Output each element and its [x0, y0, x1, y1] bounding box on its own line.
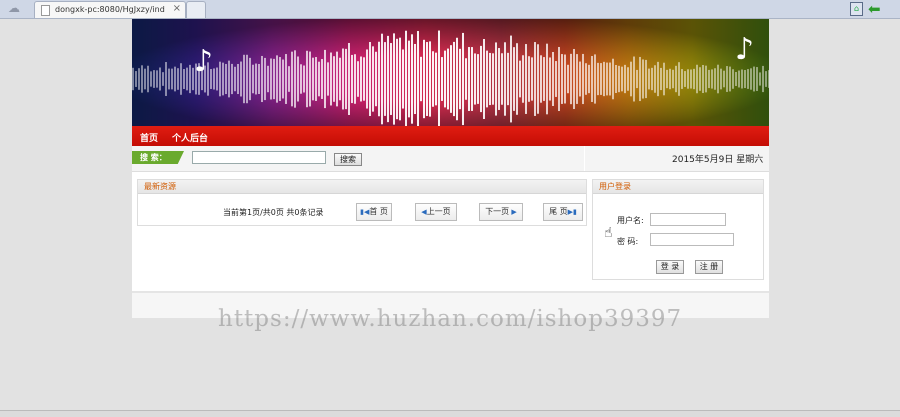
register-button[interactable]: 注 册	[695, 260, 723, 274]
current-date: 2015年5月9日 星期六	[672, 155, 764, 165]
nav-personal-link[interactable]: 个人后台	[172, 131, 208, 144]
browser-tab[interactable]: dongxk-pc:8080/HgJxzy/ind ×	[34, 1, 186, 18]
next-page-button[interactable]: 下一页 ▶	[479, 203, 523, 221]
prev-page-button[interactable]: ◀上一页	[415, 203, 457, 221]
password-label: 密 码:	[617, 237, 639, 246]
login-button[interactable]: 登 录	[656, 260, 684, 274]
page-icon	[41, 5, 50, 16]
watermark: https://www.huzhan.com/ishop39397	[218, 306, 683, 332]
new-tab-button[interactable]	[186, 1, 206, 18]
search-input[interactable]	[192, 151, 326, 164]
home-page-icon[interactable]: ⌂	[850, 2, 863, 16]
first-page-button[interactable]: ▮◀首 页	[356, 203, 392, 221]
svg-text:♪: ♪	[194, 44, 213, 79]
nav-home-link[interactable]: 首页	[140, 131, 158, 144]
panel-title: 用户登录	[593, 180, 763, 194]
main-nav: 首页 个人后台	[132, 126, 769, 146]
password-field[interactable]	[650, 233, 734, 246]
tab-title: dongxk-pc:8080/HgJxzy/ind	[55, 5, 165, 14]
sound-wave-graphic: ♪ ♪	[132, 30, 769, 126]
close-icon[interactable]: ×	[173, 3, 181, 14]
username-field[interactable]	[650, 213, 726, 226]
search-button[interactable]: 搜索	[334, 153, 362, 166]
browser-tab-bar: ☁ dongxk-pc:8080/HgJxzy/ind × ⌂ ⬅	[0, 0, 900, 19]
back-arrow-icon[interactable]: ⬅	[868, 0, 881, 18]
website: ♪ ♪ 首页 个人后台 搜 索： 搜索 2015年5月9日 星期六 最新资源 当前…	[132, 19, 769, 318]
username-label: 用户名:	[617, 216, 644, 225]
music-banner: ♪ ♪	[132, 19, 769, 126]
search-bar: 搜 索： 搜索 2015年5月9日 星期六	[132, 146, 769, 172]
user-login-panel: 用户登录 用户名: 密 码: 登 录 注 册	[592, 179, 764, 280]
panel-title: 最新资源	[138, 180, 586, 194]
latest-resources-panel: 最新资源 当前第1页/共0页 共0条记录 ▮◀首 页 ◀上一页 下一页 ▶ 尾 …	[137, 179, 587, 226]
svg-text:♪: ♪	[735, 32, 754, 67]
search-label: 搜 索：	[132, 151, 184, 164]
hand-cursor-icon: ☝	[604, 225, 613, 241]
pager-info: 当前第1页/共0页 共0条记录	[223, 208, 324, 217]
cloud-icon: ☁	[8, 1, 20, 15]
last-page-button[interactable]: 尾 页▶▮	[543, 203, 583, 221]
